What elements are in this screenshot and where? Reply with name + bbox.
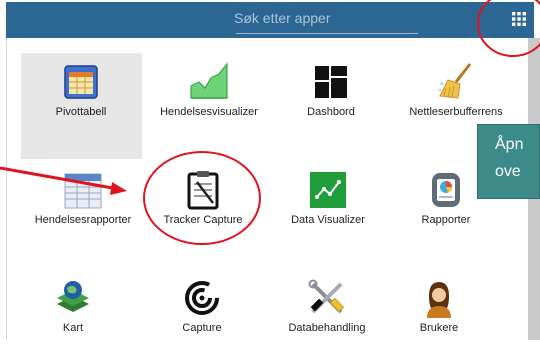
- app-tile-tracker-capture[interactable]: Tracker Capture: [139, 170, 267, 250]
- pivot-table-icon: [64, 65, 98, 99]
- tooltip-line-2: ove: [495, 163, 521, 180]
- app-label: Pivottabell: [55, 106, 107, 118]
- capture-icon: [185, 281, 219, 315]
- app-label: Kart: [62, 322, 84, 334]
- app-label: Hendelsesvisualizer: [160, 106, 258, 118]
- area-chart-icon: [190, 62, 228, 99]
- app-tile-pivottabell[interactable]: Pivottabell: [17, 62, 145, 142]
- app-tile-kart[interactable]: Kart: [9, 278, 137, 358]
- app-tile-capture[interactable]: Capture: [138, 278, 266, 358]
- app-label: Nettleserbufferrens: [409, 106, 503, 118]
- app-label: Rapporter: [421, 214, 471, 226]
- apps-grid-icon[interactable]: [512, 12, 526, 26]
- app-tile-brukere[interactable]: Brukere: [375, 278, 503, 358]
- app-label: Brukere: [419, 322, 459, 334]
- app-tile-data-visualizer[interactable]: Data Visualizer: [264, 170, 392, 250]
- dashboard-icon: [315, 66, 347, 98]
- app-tile-hendelsesrapporter[interactable]: Hendelsesrapporter: [19, 170, 147, 250]
- search-underline: [236, 33, 418, 34]
- broom-icon: [438, 63, 472, 99]
- user-icon: [427, 282, 451, 318]
- app-tile-databehandling[interactable]: Databehandling: [263, 278, 391, 358]
- app-tile-hendelsesvisualizer[interactable]: Hendelsesvisualizer: [145, 62, 273, 142]
- app-label: Data Visualizer: [291, 214, 365, 226]
- app-tile-dashbord[interactable]: Dashbord: [267, 62, 395, 142]
- tools-icon: [308, 279, 345, 314]
- report-icon: [432, 173, 460, 207]
- tooltip-line-1: Åpn: [495, 136, 524, 153]
- spreadsheet-icon: [64, 173, 102, 209]
- map-layers-icon: [57, 281, 89, 312]
- app-label: Dashbord: [307, 106, 355, 118]
- line-chart-icon: [310, 172, 346, 208]
- app-label: Databehandling: [288, 322, 366, 334]
- clipboard-icon: [187, 171, 219, 210]
- app-label: Hendelsesrapporter: [34, 214, 132, 226]
- app-header: Søk etter apper: [6, 2, 534, 38]
- app-label: Capture: [182, 322, 222, 334]
- app-label: Tracker Capture: [163, 214, 243, 226]
- app-search-input[interactable]: Søk etter apper: [234, 10, 331, 26]
- tooltip-callout: Åpn ove: [477, 124, 540, 199]
